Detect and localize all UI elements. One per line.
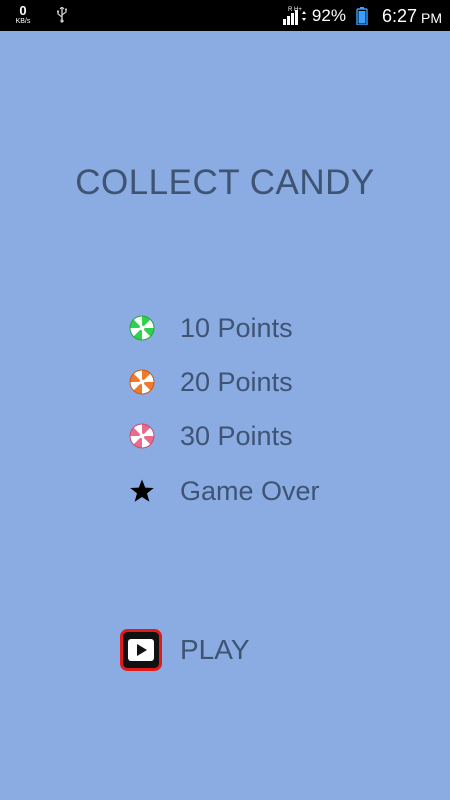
signal-icon: R H+ <box>282 7 306 25</box>
signal-label: R H+ <box>288 7 302 13</box>
clock-ampm: PM <box>421 9 442 26</box>
status-left: 0 KB/s <box>12 4 68 25</box>
net-speed-indicator: 0 KB/s <box>12 4 34 25</box>
battery-percent: 92% <box>311 6 346 25</box>
play-row[interactable]: PLAY <box>120 628 250 672</box>
pink-candy-icon <box>128 422 156 450</box>
orange-candy-icon <box>128 368 156 396</box>
legend-item-game-over: Game Over <box>128 473 320 509</box>
green-candy-icon <box>128 314 156 342</box>
play-label[interactable]: PLAY <box>180 634 250 666</box>
legend-item-30-points: 30 Points <box>128 418 293 454</box>
legend-label: 20 Points <box>180 366 293 397</box>
play-button[interactable] <box>120 629 162 671</box>
clock-time: 6:27 <box>381 5 417 26</box>
status-bar: 0 KB/s R H+ 92% 6:27 PM <box>0 0 450 31</box>
net-speed-value: 0 <box>19 3 27 18</box>
battery-icon <box>356 7 368 25</box>
legend-item-20-points: 20 Points <box>128 364 293 400</box>
usb-icon <box>57 7 68 23</box>
legend-item-10-points: 10 Points <box>128 310 293 346</box>
status-right: R H+ 92% 6:27 PM <box>282 3 442 29</box>
legend-label: 30 Points <box>180 420 293 451</box>
game-title: COLLECT CANDY <box>75 163 375 202</box>
legend-label: Game Over <box>180 475 320 506</box>
star-icon <box>128 477 156 505</box>
legend-label: 10 Points <box>180 312 293 343</box>
net-speed-unit: KB/s <box>15 18 31 25</box>
